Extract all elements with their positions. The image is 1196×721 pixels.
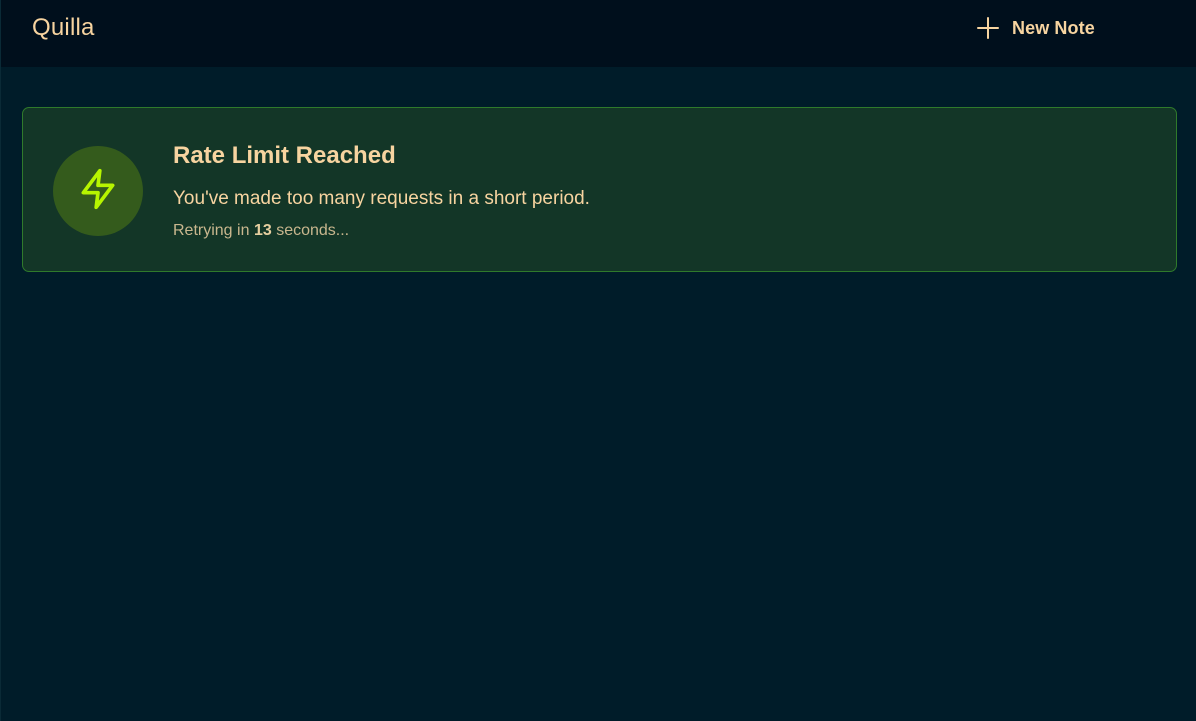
lightning-bolt-icon bbox=[76, 165, 120, 218]
alert-icon-circle bbox=[53, 146, 143, 236]
retry-suffix: seconds... bbox=[276, 222, 350, 239]
retry-countdown: Retrying in 13 seconds... bbox=[173, 222, 349, 240]
new-note-button[interactable]: New Note bbox=[977, 14, 1095, 42]
plus-icon bbox=[977, 17, 999, 39]
alert-title: Rate Limit Reached bbox=[173, 142, 396, 169]
new-note-label: New Note bbox=[1012, 17, 1095, 38]
retry-seconds: 13 bbox=[253, 222, 272, 239]
app-title: Quilla bbox=[32, 14, 95, 41]
top-bar: Quilla New Note bbox=[1, 0, 1196, 67]
alert-message: You've made too many requests in a short… bbox=[173, 188, 590, 209]
retry-prefix: Retrying in bbox=[173, 222, 250, 239]
rate-limit-alert: Rate Limit Reached You've made too many … bbox=[22, 107, 1177, 272]
